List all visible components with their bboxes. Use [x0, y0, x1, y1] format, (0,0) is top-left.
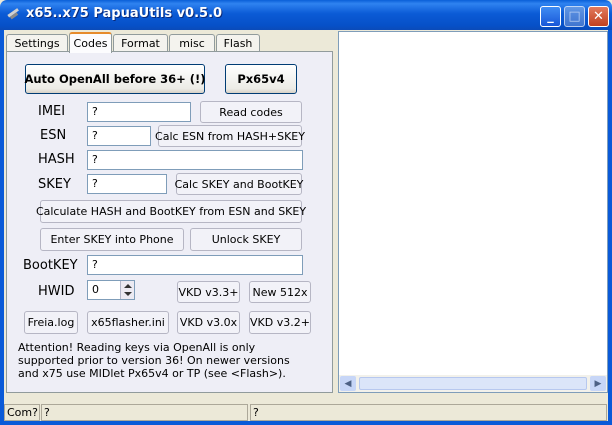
status-field-2: ? [250, 404, 607, 421]
window-frame-bottom [0, 421, 612, 425]
title-bar[interactable]: x65..x75 PapuaUtils v0.5.0 _ □ ✕ [0, 0, 612, 30]
hwid-value: 0 [92, 283, 99, 296]
calculate-hash-button[interactable]: Calculate HASH and BootKEY from ESN and … [36, 200, 306, 223]
tab-settings[interactable]: Settings [6, 34, 68, 52]
attention-note: Attention! Reading keys via OpenAll is o… [18, 341, 308, 380]
calc-skey-button[interactable]: Calc SKEY and BootKEY [175, 173, 303, 195]
vkd-32-button[interactable]: VKD v3.2+ [249, 311, 311, 334]
window-title: x65..x75 PapuaUtils v0.5.0 [26, 6, 223, 21]
esn-field[interactable]: ? [87, 126, 151, 146]
close-button[interactable]: ✕ [588, 6, 609, 27]
read-codes-button[interactable]: Read codes [200, 101, 302, 123]
horizontal-scrollbar[interactable]: ◀ ▶ [339, 375, 607, 392]
note-line: and x75 use MIDlet Px65v4 or TP (see <Fl… [18, 367, 286, 380]
px65v4-button[interactable]: Px65v4 [225, 64, 297, 94]
tab-codes[interactable]: Codes [69, 32, 112, 53]
bootkey-field[interactable]: ? [87, 255, 303, 275]
spin-arrows-icon [124, 284, 132, 296]
note-line: supported prior to version 36! On newer … [18, 354, 290, 367]
skey-label: SKEY [38, 177, 71, 192]
window-frame-left [0, 30, 4, 425]
vkd-33-button[interactable]: VKD v3.3+ [177, 281, 240, 303]
skey-field[interactable]: ? [87, 174, 167, 194]
status-port: Com? [4, 404, 40, 421]
status-field-1: ? [41, 404, 248, 421]
maximize-icon: □ [568, 9, 581, 24]
scroll-right-icon[interactable]: ▶ [590, 376, 606, 391]
auto-openall-button[interactable]: Auto OpenAll before 36+ (!) [24, 64, 206, 94]
calc-esn-button[interactable]: Calc ESN from HASH+SKEY [155, 125, 305, 147]
app-icon[interactable] [6, 6, 22, 22]
status-bar: Com? ? ? [4, 402, 608, 421]
hash-label: HASH [38, 152, 75, 167]
vkd-30-button[interactable]: VKD v3.0x [177, 311, 240, 334]
scroll-thumb[interactable] [359, 377, 587, 390]
enter-skey-button[interactable]: Enter SKEY into Phone [40, 228, 184, 251]
x65flasher-ini-button[interactable]: x65flasher.ini [87, 311, 169, 334]
hwid-stepper[interactable]: 0 [87, 280, 135, 300]
window-frame-right [608, 30, 612, 425]
freia-log-button[interactable]: Freia.log [24, 311, 78, 334]
tab-misc[interactable]: misc [169, 34, 215, 52]
codes-panel: Auto OpenAll before 36+ (!) Px65v4 IMEI … [6, 51, 333, 393]
close-icon: ✕ [593, 9, 604, 24]
esn-label: ESN [40, 128, 67, 143]
imei-label: IMEI [38, 104, 66, 119]
scroll-left-icon[interactable]: ◀ [340, 376, 356, 391]
hwid-label: HWID [38, 284, 75, 299]
unlock-skey-button[interactable]: Unlock SKEY [190, 228, 302, 251]
hwid-spin-buttons[interactable] [120, 281, 134, 299]
minimize-icon: _ [547, 9, 554, 24]
maximize-button: □ [564, 6, 585, 27]
note-line: Attention! Reading keys via OpenAll is o… [18, 341, 256, 354]
new-512x-button[interactable]: New 512x [249, 281, 311, 303]
imei-field[interactable]: ? [87, 102, 191, 122]
output-log[interactable]: ◀ ▶ [338, 31, 608, 393]
hash-field[interactable]: ? [87, 150, 303, 170]
bootkey-label: BootKEY [23, 258, 78, 273]
minimize-button[interactable]: _ [540, 6, 561, 27]
tab-format[interactable]: Format [113, 34, 168, 52]
tab-flash[interactable]: Flash [216, 34, 260, 52]
